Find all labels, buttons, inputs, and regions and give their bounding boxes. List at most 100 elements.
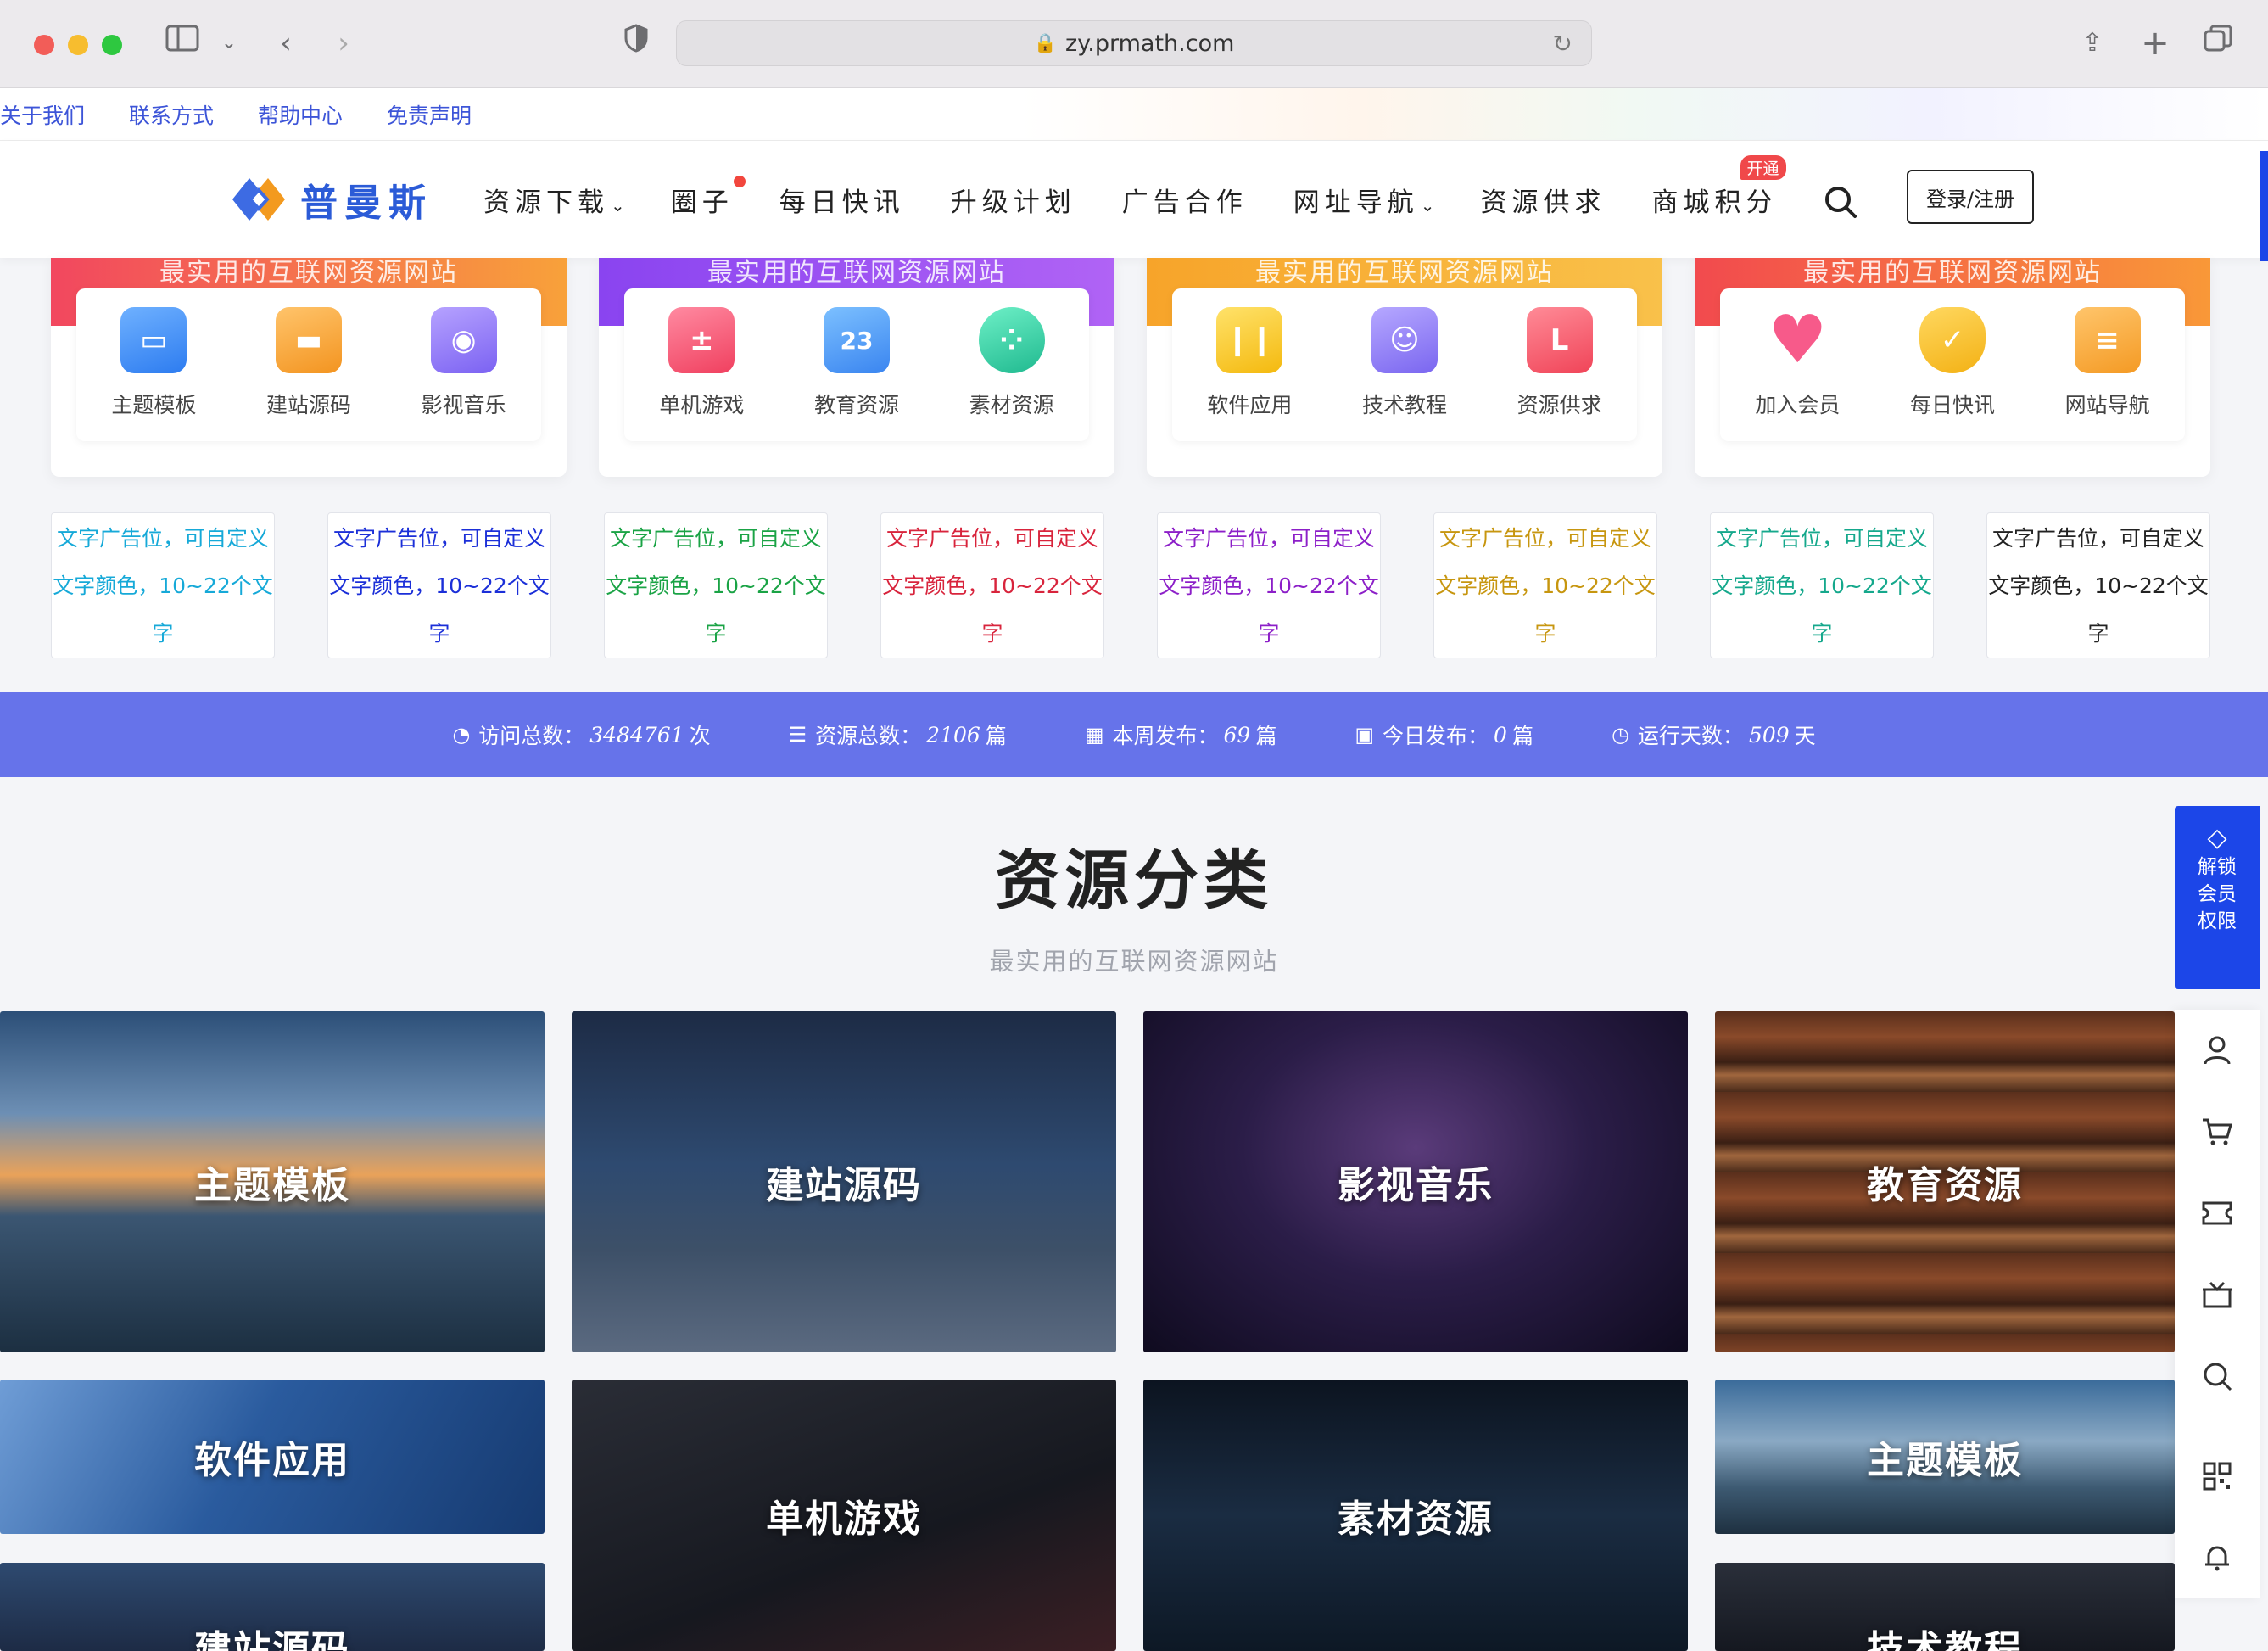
list-icon: ☰ (788, 723, 807, 747)
ad-text-line: 文字广告位，可自定义 (885, 526, 1098, 551)
minimize-window-button[interactable] (68, 35, 88, 55)
text-ad-6[interactable]: 文字广告位，可自定义 文字颜色，10~22个文字 (1433, 512, 1657, 658)
link-disclaimer[interactable]: 免责声明 (387, 99, 472, 130)
link-about[interactable]: 关于我们 (0, 99, 85, 130)
site-logo[interactable]: 普曼斯 (229, 171, 433, 227)
nav-mall-points[interactable]: 商城积分 开通 (1652, 154, 1786, 219)
tile-software[interactable]: 软件应用 (0, 1380, 545, 1534)
text-ad-8[interactable]: 文字广告位，可自定义 文字颜色，10~22个文字 (1986, 512, 2210, 658)
id-card-icon: ☺ (1371, 307, 1438, 373)
text-ad-3[interactable]: 文字广告位，可自定义 文字颜色，10~22个文字 (604, 512, 828, 658)
tabs-overview-icon[interactable] (2197, 24, 2239, 66)
search-icon[interactable] (2200, 1359, 2234, 1393)
logo-icon (232, 178, 285, 221)
stat-unit: 篇 (1511, 724, 1533, 748)
address-bar[interactable]: 🔒 zy.prmath.com ↻ (676, 20, 1592, 66)
text-ad-1[interactable]: 文字广告位，可自定义 文字颜色，10~22个文字 (51, 512, 275, 658)
cat-standalone-games[interactable]: ± 单机游戏 (638, 307, 765, 441)
reload-icon[interactable]: ↻ (1553, 30, 1573, 58)
cat-daily-news[interactable]: ✓ 每日快讯 (1889, 307, 2016, 441)
tile-label: 建站源码 (194, 1628, 350, 1651)
cat-label: 网站导航 (2064, 393, 2150, 417)
tile-education[interactable]: 教育资源 (1715, 1011, 2175, 1352)
link-help[interactable]: 帮助中心 (258, 99, 343, 130)
qr-code-icon[interactable] (2200, 1459, 2234, 1493)
gauge-icon: ◔ (452, 723, 471, 747)
zoom-window-button[interactable] (102, 35, 122, 55)
tile-label: 建站源码 (766, 1164, 922, 1207)
category-banner-1: 最实用的互联网资源网站 ▭ 主题模板 ▬ 建站源码 ◉ 影视音乐 (51, 258, 567, 477)
nav-resource-supply[interactable]: 资源供求 (1481, 181, 1606, 219)
nav-label: 网址导航 (1293, 187, 1419, 218)
nav-resources-download[interactable]: 资源下载 ⌄ (483, 181, 625, 219)
tile-site-source[interactable]: 建站源码 (572, 1011, 1116, 1352)
tile-theme-templates[interactable]: 主题模板 (0, 1011, 545, 1352)
cat-join-member[interactable]: ♥ 加入会员 (1734, 302, 1861, 441)
cat-site-nav[interactable]: ≡ 网站导航 (2044, 307, 2171, 441)
nav-upgrade-plan[interactable]: 升级计划 (951, 181, 1076, 219)
link-contact[interactable]: 联系方式 (129, 99, 214, 130)
ad-text-line: 文字颜色，10~22个文 (606, 574, 826, 598)
forward-icon[interactable]: › (322, 24, 365, 66)
banner-title: 最实用的互联网资源网站 (707, 258, 1006, 288)
folder-icon: ▬ (275, 307, 342, 373)
tile-materials[interactable]: 素材资源 (1143, 1380, 1688, 1651)
nav-label: 资源供求 (1480, 187, 1606, 218)
shield-icon[interactable] (615, 24, 657, 66)
back-icon[interactable]: ‹ (265, 24, 307, 66)
section-title: 资源分类 (995, 842, 1273, 918)
nav-ad-cooperation[interactable]: 广告合作 (1122, 181, 1248, 219)
text-ad-2[interactable]: 文字广告位，可自定义 文字颜色，10~22个文字 (327, 512, 551, 658)
ad-text-line: 文字广告位，可自定义 (1162, 526, 1375, 551)
cat-materials[interactable]: ⁘ 素材资源 (948, 307, 1075, 441)
nav-site-navigation[interactable]: 网址导航 ⌄ (1293, 181, 1435, 219)
cat-tutorials[interactable]: ☺ 技术教程 (1341, 307, 1468, 441)
tile-tutorials[interactable]: 技术教程 (1715, 1563, 2175, 1651)
cat-label: 资源供求 (1517, 393, 1602, 417)
tile-label: 主题模板 (194, 1164, 350, 1207)
tile-label: 单机游戏 (766, 1497, 922, 1541)
text-ad-4[interactable]: 文字广告位，可自定义 文字颜色，10~22个文字 (880, 512, 1104, 658)
cat-education[interactable]: 23 教育资源 (793, 307, 920, 441)
tile-site-source-2[interactable]: 建站源码 (0, 1563, 545, 1651)
gift-icon[interactable] (2200, 1278, 2234, 1312)
login-register-button[interactable]: 登录/注册 (1907, 170, 2034, 224)
sidebar-toggle-icon[interactable] (161, 24, 204, 66)
close-window-button[interactable] (34, 35, 54, 55)
nav-daily-news[interactable]: 每日快讯 (779, 181, 905, 219)
ad-text-line: 字 (1534, 621, 1556, 646)
nav-circle[interactable]: 圈子 (671, 175, 746, 219)
cat-video-music[interactable]: ◉ 影视音乐 (400, 307, 528, 441)
stat-value: 2106 (926, 722, 980, 747)
url-text: zy.prmath.com (1064, 30, 1235, 57)
chevron-down-icon[interactable]: ⌄ (208, 24, 250, 66)
cat-label: 主题模板 (111, 393, 197, 417)
cat-software[interactable]: ❙❙ 软件应用 (1186, 307, 1313, 441)
ad-text-line: 文字颜色，10~22个文 (329, 574, 550, 598)
bell-icon[interactable] (2200, 1541, 2234, 1575)
user-icon[interactable] (2200, 1033, 2234, 1067)
side-toolbar (2175, 1010, 2260, 1598)
tile-standalone-games[interactable]: 单机游戏 (572, 1380, 1116, 1651)
grid-icon: ▦ (1084, 723, 1104, 747)
tile-theme-templates-2[interactable]: 主题模板 (1715, 1380, 2175, 1534)
cat-site-source[interactable]: ▬ 建站源码 (245, 307, 372, 441)
unlock-member-button[interactable]: ◇ 解锁 会员 权限 (2175, 806, 2260, 989)
cat-label: 软件应用 (1207, 393, 1293, 417)
share-icon[interactable]: ⇪ (2071, 24, 2114, 66)
tile-video-music[interactable]: 影视音乐 (1143, 1011, 1688, 1352)
shield-check-icon: ✓ (1919, 307, 1986, 373)
notification-dot (733, 175, 746, 187)
unlock-text: 会员 (2198, 883, 2237, 905)
cat-theme-templates[interactable]: ▭ 主题模板 (90, 307, 217, 441)
ticket-icon[interactable] (2200, 1196, 2234, 1230)
stat-value: 69 (1223, 722, 1251, 747)
stats-bar: ◔ 访问总数： 3484761 次 ☰ 资源总数： 2106 篇 ▦ 本周发布： 69 篇 ▣ 今日… (0, 692, 2268, 777)
cat-supply-demand[interactable]: L 资源供求 (1496, 307, 1623, 441)
new-tab-icon[interactable]: + (2134, 24, 2176, 66)
ad-text-line: 字 (981, 621, 1003, 646)
text-ad-7[interactable]: 文字广告位，可自定义 文字颜色，10~22个文字 (1710, 512, 1934, 658)
text-ad-5[interactable]: 文字广告位，可自定义 文字颜色，10~22个文字 (1157, 512, 1381, 658)
search-icon[interactable] (1824, 185, 1857, 219)
cart-icon[interactable] (2200, 1115, 2234, 1149)
